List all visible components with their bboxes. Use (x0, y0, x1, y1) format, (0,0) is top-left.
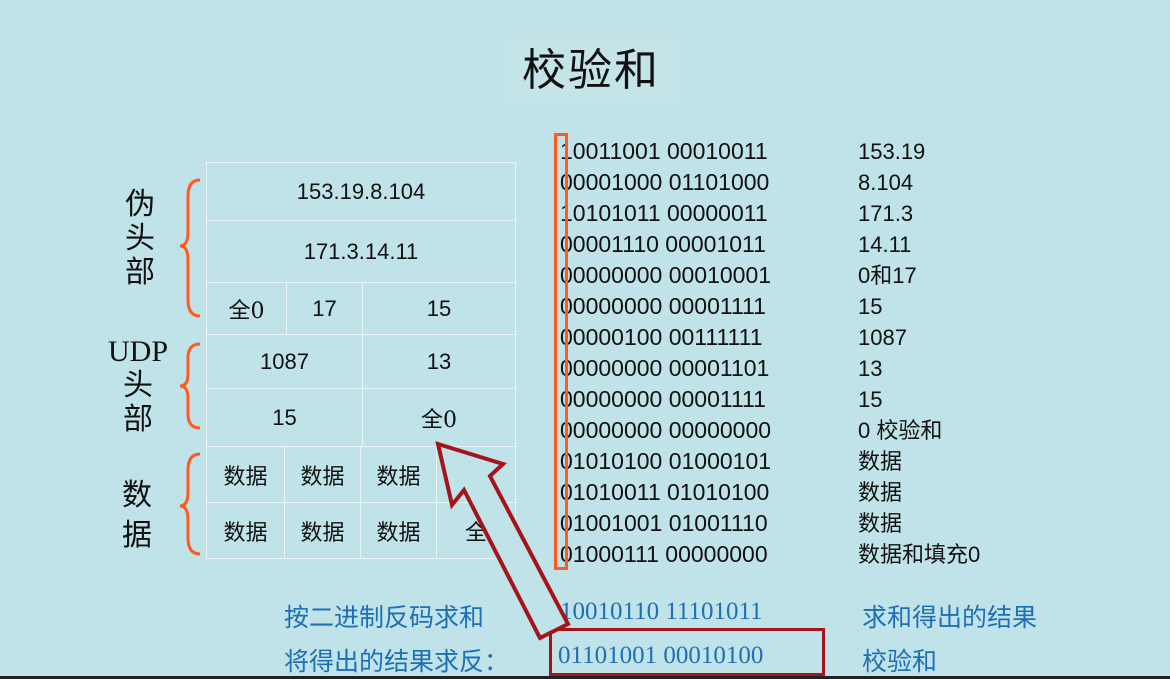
pkt-row-dst-ip: 171.3.14.11 (206, 220, 516, 283)
data-label: 数 据 (117, 476, 157, 556)
invert-label: 将得出的结果求反： (284, 648, 510, 676)
pkt-row-src-ip: 153.19.8.104 (206, 162, 516, 221)
zero-field-cell: 全0 (207, 283, 287, 335)
data-cell: 数据 (207, 447, 285, 503)
binary-row-note: 171.3 (858, 201, 914, 226)
packet-table: 153.19.8.104 171.3.14.11 全0 17 15 1087 1… (206, 162, 516, 559)
annotation-list: 153.19 8.104 171.3 14.11 0和17 15 1087 13 15 0 校验和… (858, 136, 980, 570)
src-ip-cell: 153.19.8.104 (296, 179, 426, 204)
slide-title: 校验和 (503, 38, 679, 104)
pseudo-header-char-3: 部 (125, 255, 155, 290)
data-cell: 数据 (207, 503, 285, 559)
binary-row-note: 15 (858, 294, 883, 319)
binary-row-note: 14.11 (858, 232, 912, 257)
binary-row: 00001000 01101000 (560, 169, 770, 195)
binary-row-note: 数据 (858, 449, 903, 474)
binary-row: 00000000 00001101 (560, 355, 770, 381)
data-cell: 数据 (361, 503, 437, 559)
dst-port-cell: 13 (426, 349, 452, 374)
binary-row-note: 0 校验和 (858, 418, 943, 443)
binary-row-note: 153.19 (858, 139, 926, 164)
binary-row: 01001001 01001110 (560, 510, 768, 536)
pkt-row-data-1: 数据 数据 数据 全 (206, 446, 516, 503)
first-bit-highlight (554, 133, 568, 570)
binary-row: 00000000 00001111 (560, 293, 766, 319)
length-cell: 15 (207, 389, 363, 447)
binary-row-note: 数据 (858, 511, 903, 536)
data-cell: 全 (464, 520, 487, 545)
data-char-2: 据 (122, 518, 152, 553)
udp-length-cell: 15 (426, 296, 452, 321)
udp-header-char-1: UDP (107, 335, 168, 368)
data-cell: 数据 (285, 503, 361, 559)
binary-row-note: 8.104 (858, 170, 914, 195)
binary-row: 10101011 00000011 (560, 200, 768, 226)
sum-value: 10010110 11101011 (560, 598, 763, 625)
dst-ip-cell: 171.3.14.11 (303, 239, 419, 264)
pkt-row-proto: 全0 17 15 (206, 282, 516, 335)
binary-row: 01010011 01010100 (560, 479, 770, 505)
udp-header-char-3: 部 (123, 402, 153, 437)
binary-row: 10011001 00010011 (560, 138, 768, 164)
data-cell: 全 (464, 464, 487, 489)
sum-label: 按二进制反码求和 (284, 604, 485, 632)
pkt-row-ports: 1087 13 (206, 334, 516, 389)
pseudo-header-label: 伪 头 部 (120, 188, 160, 290)
binary-row-note: 0和17 (858, 263, 917, 288)
binary-row: 00000000 00010001 (560, 262, 772, 288)
src-port-cell: 1087 (207, 335, 363, 389)
binary-row-note: 数据和填充0 (858, 542, 981, 567)
table-bottom-border (206, 558, 516, 559)
udp-header-label: UDP 头 部 (98, 335, 178, 437)
protocol-cell: 17 (287, 283, 363, 335)
binary-row: 00000100 00111111 (560, 324, 763, 350)
data-cell: 数据 (285, 447, 361, 503)
sum-note: 求和得出的结果 (862, 604, 1038, 632)
data-cell: 数据 (361, 447, 437, 503)
slide: 校验和 伪 头 部 UDP 头 部 数 据 153.19.8.104 171.3… (0, 0, 1170, 679)
binary-row: 01010100 01000101 (560, 448, 772, 474)
binary-row-note: 15 (858, 387, 883, 412)
pseudo-header-char-2: 头 (125, 221, 155, 256)
checksum-note: 校验和 (862, 648, 938, 676)
brace-icon (179, 178, 201, 556)
binary-row: 01000111 00000000 (560, 541, 768, 567)
binary-row: 00001110 00001011 (560, 231, 766, 257)
binary-list: 10011001 00010011 00001000 01101000 101010… (560, 136, 771, 570)
udp-header-char-2: 头 (123, 368, 153, 403)
data-char-1: 数 (122, 478, 152, 513)
binary-row-note: 13 (858, 356, 883, 381)
pkt-row-len-checksum: 15 全0 (206, 388, 516, 447)
checksum-result-box (549, 628, 825, 676)
pkt-row-data-2: 数据 数据 数据 全 (206, 502, 516, 559)
checksum-field-cell: 全0 (421, 408, 457, 433)
pseudo-header-char-1: 伪 (125, 187, 155, 222)
binary-row-note: 数据 (858, 480, 903, 505)
binary-row: 00000000 00000000 (560, 417, 772, 443)
binary-row: 00000000 00001111 (560, 386, 766, 412)
binary-row-note: 1087 (858, 325, 907, 350)
